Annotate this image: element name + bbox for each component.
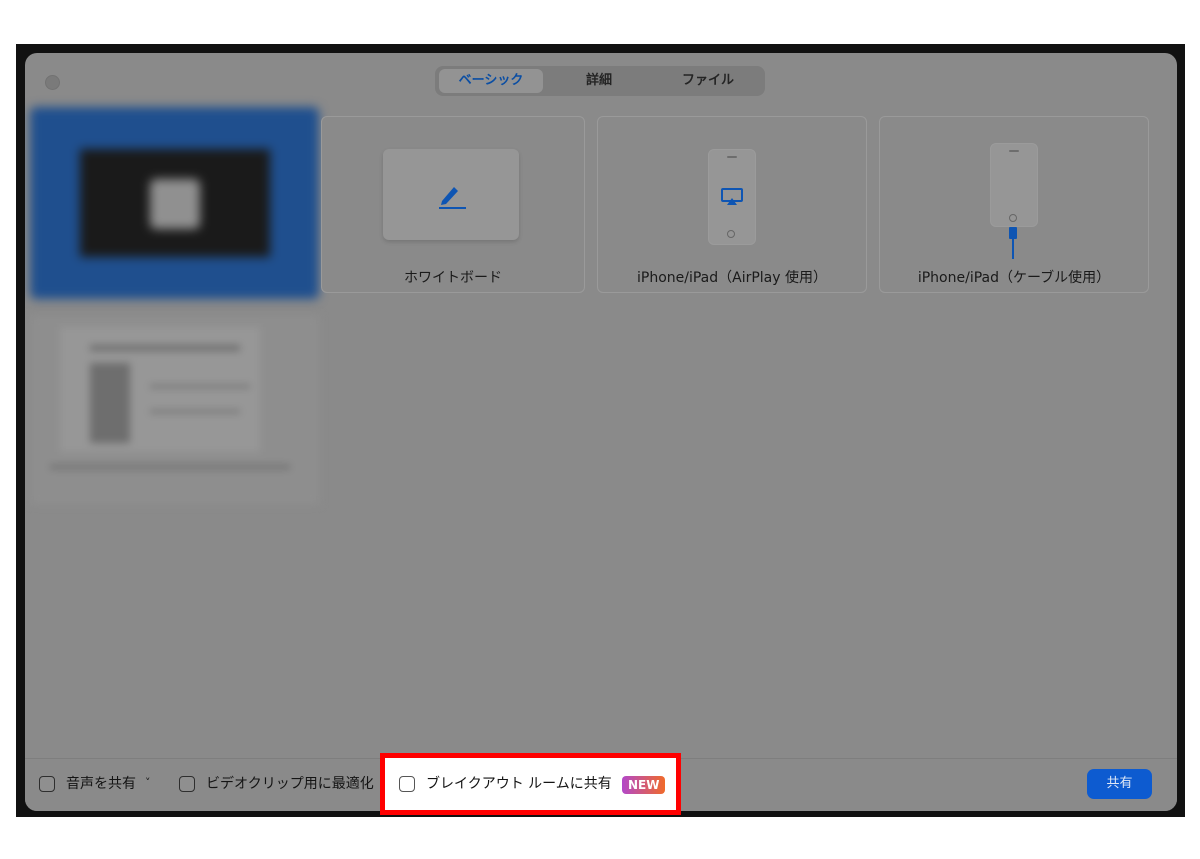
phone-home-button <box>727 230 735 238</box>
cable-icon <box>1009 227 1017 259</box>
screen-preview <box>80 149 270 257</box>
whiteboard-card <box>383 149 519 240</box>
tile-label: ホワイトボード <box>404 270 502 286</box>
preview-line <box>90 345 240 351</box>
tab-bar: ベーシック 詳細 ファイル <box>435 66 765 96</box>
phone-illustration <box>708 149 756 245</box>
whiteboard-tile[interactable]: ホワイトボード <box>321 116 585 293</box>
share-screen-dialog: ベーシック 詳細 ファイル ホワイトボード iPhone/iPad（AirPla… <box>25 53 1177 811</box>
share-button[interactable]: 共有 <box>1087 769 1152 799</box>
window-thumbnail[interactable] <box>30 315 320 505</box>
tile-label: iPhone/iPad（AirPlay 使用） <box>636 270 827 286</box>
share-audio-checkbox[interactable] <box>39 776 55 792</box>
tab-basic[interactable]: ベーシック <box>439 69 543 93</box>
phone-home-button <box>1009 214 1017 222</box>
phone-illustration <box>990 143 1038 227</box>
share-breakout-checkbox[interactable] <box>399 776 415 792</box>
share-audio-label: 音声を共有 <box>66 776 136 792</box>
preview-block <box>90 363 130 443</box>
optimize-video-checkbox[interactable] <box>179 776 195 792</box>
desktop-screen-thumbnail[interactable] <box>30 107 319 299</box>
preview-line <box>150 410 240 413</box>
screen-preview-center <box>150 179 200 229</box>
pen-icon <box>439 187 466 209</box>
window-close-button[interactable] <box>45 75 60 90</box>
phone-speaker <box>1009 150 1019 152</box>
iphone-airplay-tile[interactable]: iPhone/iPad（AirPlay 使用） <box>597 116 867 293</box>
phone-speaker <box>727 156 737 158</box>
tab-advanced[interactable]: 詳細 <box>547 69 651 93</box>
new-badge: NEW <box>622 776 666 794</box>
tab-files[interactable]: ファイル <box>655 69 761 93</box>
preview-line <box>150 385 250 388</box>
preview-caption <box>50 465 290 469</box>
tile-label: iPhone/iPad（ケーブル使用） <box>917 270 1111 286</box>
optimize-video-label: ビデオクリップ用に最適化 <box>206 776 374 792</box>
chevron-down-icon[interactable]: ˅ <box>145 774 151 792</box>
share-breakout-label: ブレイクアウト ルームに共有 <box>426 776 612 792</box>
iphone-cable-tile[interactable]: iPhone/iPad（ケーブル使用） <box>879 116 1149 293</box>
airplay-icon <box>721 188 743 205</box>
